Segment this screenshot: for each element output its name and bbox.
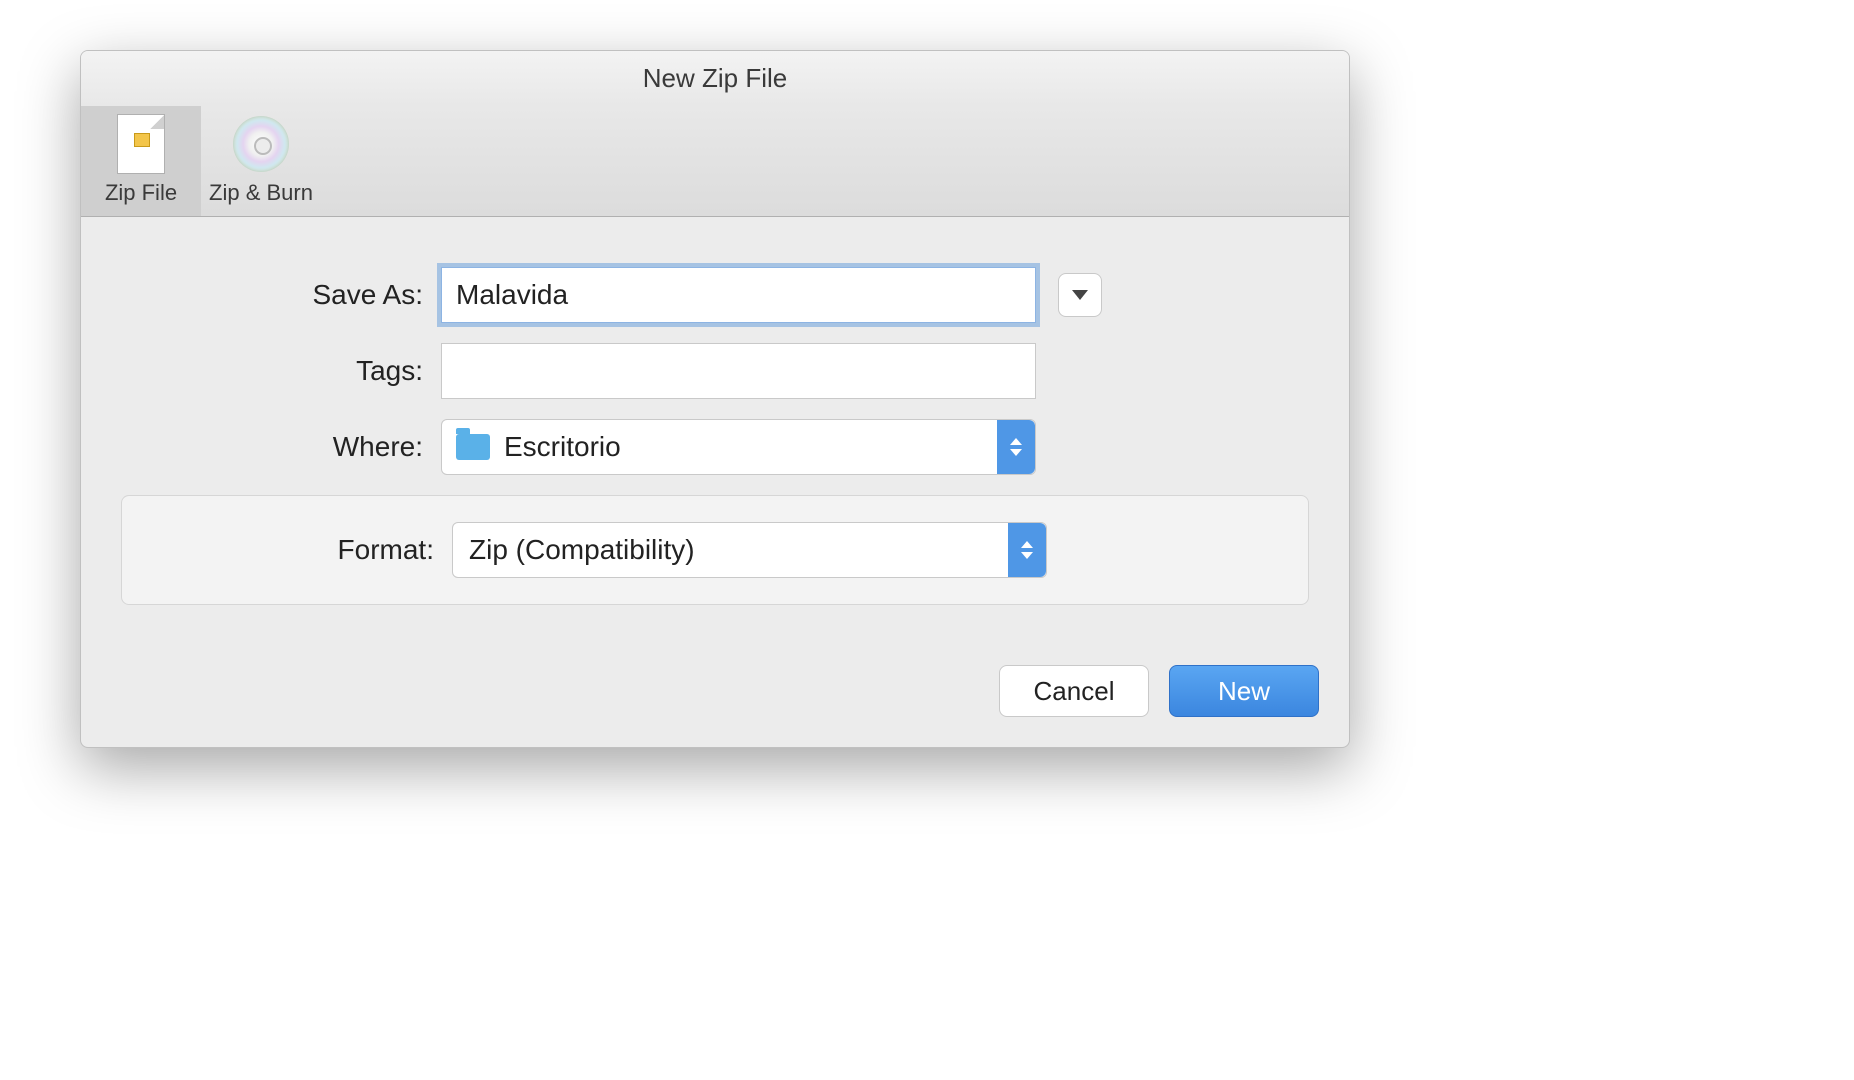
where-value: Escritorio [504, 431, 621, 463]
zip-file-icon [113, 116, 169, 172]
row-tags: Tags: [111, 343, 1319, 399]
tags-input[interactable] [441, 343, 1036, 399]
where-label: Where: [111, 431, 441, 463]
where-select[interactable]: Escritorio [441, 419, 1036, 475]
toolbar-zip-and-burn-label: Zip & Burn [209, 180, 313, 206]
format-panel: Format: Zip (Compatibility) [121, 495, 1309, 605]
save-as-label: Save As: [111, 279, 441, 311]
row-where: Where: Escritorio [111, 419, 1319, 475]
toolbar-zip-file-label: Zip File [105, 180, 177, 206]
new-button-label: New [1218, 676, 1270, 707]
new-zip-dialog: New Zip File Zip File Zip & Burn Save As… [80, 50, 1350, 748]
dialog-title: New Zip File [81, 51, 1349, 106]
updown-arrows-icon [1008, 523, 1046, 577]
save-as-input[interactable] [441, 267, 1036, 323]
form-area: Save As: Tags: Where: Escritorio [81, 217, 1349, 665]
toolbar: Zip File Zip & Burn [81, 106, 1349, 217]
format-select[interactable]: Zip (Compatibility) [452, 522, 1047, 578]
toolbar-zip-and-burn[interactable]: Zip & Burn [201, 106, 321, 216]
cancel-button[interactable]: Cancel [999, 665, 1149, 717]
disc-icon [233, 116, 289, 172]
chevron-down-icon [1072, 290, 1088, 300]
dialog-title-text: New Zip File [643, 63, 787, 94]
folder-icon [456, 434, 490, 460]
tags-label: Tags: [111, 355, 441, 387]
toolbar-zip-file[interactable]: Zip File [81, 106, 201, 216]
format-value: Zip (Compatibility) [469, 534, 695, 566]
cancel-button-label: Cancel [1034, 676, 1115, 707]
format-label: Format: [142, 534, 452, 566]
row-format: Format: Zip (Compatibility) [142, 522, 1288, 578]
row-save-as: Save As: [111, 267, 1319, 323]
new-button[interactable]: New [1169, 665, 1319, 717]
updown-arrows-icon [997, 420, 1035, 474]
button-row: Cancel New [81, 665, 1349, 747]
expand-location-button[interactable] [1058, 273, 1102, 317]
